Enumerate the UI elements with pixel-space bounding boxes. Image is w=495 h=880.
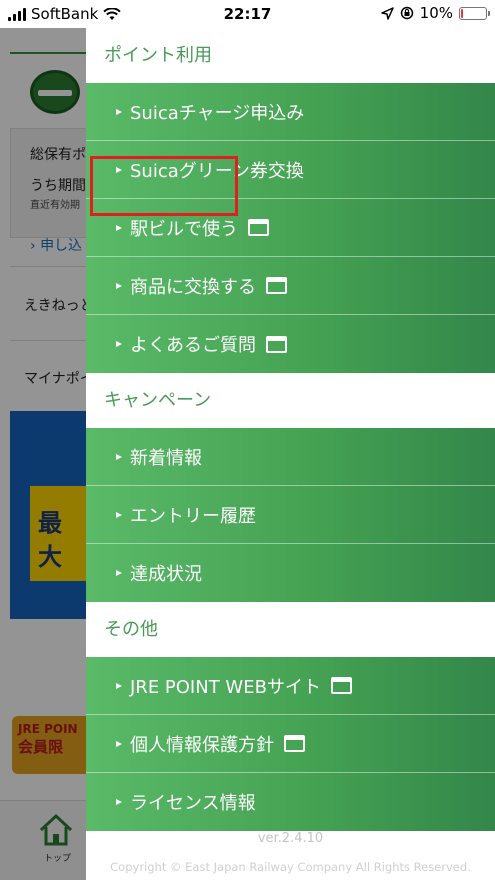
- chevron-right-icon: [116, 282, 124, 290]
- section-header: その他: [86, 602, 495, 657]
- menu-item-label: Suicaチャージ申込み: [130, 102, 305, 124]
- battery-level: [461, 8, 464, 18]
- chevron-right-icon: [116, 108, 124, 116]
- side-drawer-menu: ポイント利用 Suicaチャージ申込み Suicaグリーン券交換 駅ビルで使う 商品に交…: [86, 28, 495, 880]
- chevron-right-icon: [116, 511, 124, 519]
- external-window-icon: [284, 735, 305, 752]
- menu-item-1-0[interactable]: 新着情報: [86, 428, 495, 486]
- menu-item-0-4[interactable]: よくあるご質問: [86, 315, 495, 373]
- menu-item-label: Suicaグリーン券交換: [130, 160, 304, 182]
- external-window-icon: [266, 277, 287, 294]
- menu-item-label: エントリー履歴: [130, 505, 256, 527]
- menu-item-label: 達成状況: [130, 564, 202, 585]
- menu-item-1-2[interactable]: 達成状況: [86, 544, 495, 602]
- copyright-text: Copyright © East Japan Railway Company A…: [110, 860, 471, 874]
- menu-item-label: 商品に交換する: [130, 276, 256, 298]
- external-window-icon: [330, 677, 352, 694]
- chevron-right-icon: [116, 166, 124, 174]
- wifi-icon: [103, 7, 121, 20]
- menu-group: Suicaチャージ申込み Suicaグリーン券交換 駅ビルで使う 商品に交換する よくあ…: [86, 83, 495, 373]
- carrier-name: SoftBank: [31, 5, 99, 23]
- battery-icon: [459, 6, 490, 20]
- chevron-right-icon: [116, 682, 124, 690]
- chevron-right-icon: [116, 740, 124, 748]
- menu-item-2-1[interactable]: 個人情報保護方針: [86, 715, 495, 773]
- menu-item-2-0[interactable]: JRE POINT WEBサイト: [86, 657, 495, 715]
- menu-item-0-3[interactable]: 商品に交換する: [86, 257, 495, 315]
- menu-item-label: 個人情報保護方針: [130, 734, 274, 756]
- orientation-lock-icon: [400, 6, 413, 20]
- section-header: キャンペーン: [86, 373, 495, 428]
- menu-group: 新着情報エントリー履歴 達成状況: [86, 428, 495, 602]
- chevron-right-icon: [116, 340, 124, 348]
- menu-item-0-0[interactable]: Suicaチャージ申込み: [86, 83, 495, 141]
- signal-icon: [8, 7, 26, 21]
- chevron-right-icon: [116, 453, 124, 461]
- menu-item-label: JRE POINT WEBサイト: [130, 676, 321, 698]
- menu-group: JRE POINT WEBサイト 個人情報保護方針 ライセンス情報: [86, 657, 495, 831]
- chevron-right-icon: [116, 224, 124, 232]
- battery-percent: 10%: [419, 4, 453, 22]
- location-arrow-icon: [380, 6, 394, 20]
- section-header: ポイント利用: [86, 28, 495, 83]
- menu-item-2-2[interactable]: ライセンス情報: [86, 773, 495, 831]
- external-window-icon: [248, 219, 269, 236]
- chevron-right-icon: [116, 798, 124, 806]
- menu-item-0-2[interactable]: 駅ビルで使う: [86, 199, 495, 257]
- menu-item-label: 駅ビルで使う: [130, 218, 238, 240]
- external-window-icon: [266, 335, 287, 353]
- chevron-right-icon: [116, 569, 124, 577]
- app-version: ver.2.4.10: [257, 831, 324, 846]
- status-bar: SoftBank 22:17 10%: [0, 0, 495, 28]
- menu-item-label: 新着情報: [130, 447, 202, 469]
- menu-item-0-1[interactable]: Suicaグリーン券交換: [86, 141, 495, 199]
- menu-item-label: よくあるご質問: [130, 335, 256, 356]
- menu-item-label: ライセンス情報: [130, 793, 256, 814]
- menu-item-1-1[interactable]: エントリー履歴: [86, 486, 495, 544]
